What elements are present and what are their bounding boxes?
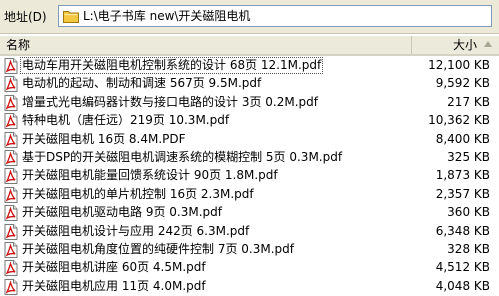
file-list: 电动车用开关磁阻电机控制系统的设计 68页 12.1M.pdf 12,100 KB…	[0, 57, 499, 296]
file-size: 8,400 KB	[435, 131, 490, 146]
file-size: 10,362 KB	[428, 113, 490, 128]
pdf-file-icon	[4, 94, 18, 111]
file-name[interactable]: 开关磁阻电机驱动电路 9页 0.3M.pdf	[21, 205, 223, 220]
address-bar: 地址(D) L:\电子书库 new\开关磁阻电机	[0, 0, 499, 34]
pdf-file-icon	[4, 113, 18, 130]
file-size: 2,357 KB	[435, 186, 490, 201]
list-item[interactable]: 开关磁阻电机驱动电路 9页 0.3M.pdf 360 KB	[0, 204, 499, 222]
pdf-file-icon	[4, 278, 18, 295]
pdf-file-icon	[4, 260, 18, 277]
file-size: 217 KB	[447, 94, 490, 109]
name-column-header[interactable]: 名称	[0, 36, 412, 54]
size-column-label: 大小	[452, 38, 477, 52]
address-label: 地址(D)	[4, 10, 47, 24]
list-item[interactable]: 开关磁阻电机讲座 60页 4.5M.pdf 4,512 KB	[0, 259, 499, 277]
address-path[interactable]: L:\电子书库 new\开关磁阻电机	[83, 8, 250, 24]
size-column-header[interactable]: 大小	[413, 36, 499, 54]
file-size: 1,873 KB	[435, 168, 490, 183]
file-name[interactable]: 开关磁阻电机设计与应用 242页 6.3M.pdf	[21, 224, 250, 239]
list-item[interactable]: 电动车用开关磁阻电机控制系统的设计 68页 12.1M.pdf 12,100 KB	[0, 57, 499, 75]
address-field[interactable]: L:\电子书库 new\开关磁阻电机	[58, 5, 492, 27]
list-item[interactable]: 电动机的起动、制动和调速 567页 9.5M.pdf 9,592 KB	[0, 75, 499, 93]
file-name[interactable]: 基于DSP的开关磁阻电机调速系统的模糊控制 5页 0.3M.pdf	[21, 150, 343, 165]
list-item[interactable]: 开关磁阻电机的单片机控制 16页 2.3M.pdf 2,357 KB	[0, 186, 499, 204]
file-name[interactable]: 开关磁阻电机能量回馈系统设计 90页 1.8M.pdf	[21, 168, 279, 183]
file-size: 9,592 KB	[435, 76, 490, 91]
pdf-file-icon	[4, 168, 18, 185]
file-size: 325 KB	[447, 149, 490, 164]
column-header: 名称 大小	[0, 36, 499, 56]
file-name[interactable]: 电动机的起动、制动和调速 567页 9.5M.pdf	[21, 76, 262, 91]
file-name[interactable]: 开关磁阻电机 16页 8.4M.PDF	[21, 132, 187, 147]
list-item[interactable]: 开关磁阻电机 16页 8.4M.PDF 8,400 KB	[0, 131, 499, 149]
folder-icon	[63, 11, 79, 23]
name-column-label: 名称	[6, 38, 31, 52]
pdf-file-icon	[4, 149, 18, 166]
list-item[interactable]: 开关磁阻电机角度位置的纯硬件控制 7页 0.3M.pdf 328 KB	[0, 241, 499, 259]
pdf-file-icon	[4, 241, 18, 258]
file-name[interactable]: 开关磁阻电机讲座 60页 4.5M.pdf	[21, 260, 207, 275]
list-item[interactable]: 开关磁阻电机设计与应用 242页 6.3M.pdf 6,348 KB	[0, 223, 499, 241]
pdf-file-icon	[4, 186, 18, 203]
file-size: 4,048 KB	[435, 278, 490, 293]
list-item[interactable]: 增量式光电编码器计数与接口电路的设计 3页 0.2M.pdf 217 KB	[0, 94, 499, 112]
file-name[interactable]: 电动车用开关磁阻电机控制系统的设计 68页 12.1M.pdf	[19, 57, 324, 74]
file-name[interactable]: 开关磁阻电机角度位置的纯硬件控制 7页 0.3M.pdf	[21, 242, 295, 257]
file-name[interactable]: 开关磁阻电机的单片机控制 16页 2.3M.pdf	[21, 187, 255, 202]
list-item[interactable]: 开关磁阻电机应用 11页 4.0M.pdf 4,048 KB	[0, 278, 499, 296]
pdf-file-icon	[4, 58, 18, 74]
pdf-file-icon	[4, 223, 18, 240]
file-name[interactable]: 开关磁阻电机应用 11页 4.0M.pdf	[21, 279, 207, 294]
pdf-file-icon	[4, 131, 18, 148]
file-size: 12,100 KB	[428, 58, 490, 72]
list-item[interactable]: 基于DSP的开关磁阻电机调速系统的模糊控制 5页 0.3M.pdf 325 KB	[0, 149, 499, 167]
pdf-file-icon	[4, 76, 18, 93]
list-item[interactable]: 特种电机（唐任远）219页 10.3M.pdf 10,362 KB	[0, 112, 499, 130]
file-size: 328 KB	[447, 241, 490, 256]
sort-ascending-icon	[484, 41, 492, 47]
file-size: 6,348 KB	[435, 223, 490, 238]
pdf-file-icon	[4, 205, 18, 222]
file-name[interactable]: 特种电机（唐任远）219页 10.3M.pdf	[21, 113, 230, 128]
file-size: 360 KB	[447, 205, 490, 220]
file-name[interactable]: 增量式光电编码器计数与接口电路的设计 3页 0.2M.pdf	[21, 95, 319, 110]
list-item[interactable]: 开关磁阻电机能量回馈系统设计 90页 1.8M.pdf 1,873 KB	[0, 167, 499, 185]
file-size: 4,512 KB	[435, 260, 490, 275]
